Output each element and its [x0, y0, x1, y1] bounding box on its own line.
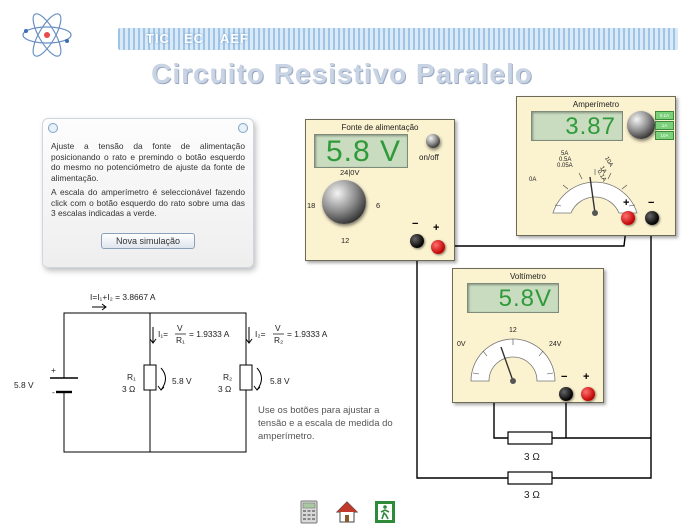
i2-prefix: I₂= — [255, 329, 266, 339]
exit-icon[interactable] — [374, 500, 396, 524]
r2-value: 3 Ω — [218, 384, 232, 394]
total-current-label: I=I₁+I₂ = 3.8667 A — [90, 292, 156, 302]
circuit-schematic — [50, 303, 284, 453]
r2-name: R₂ — [223, 372, 233, 382]
v2-label: 5.8 V — [270, 376, 290, 386]
source-plus-sign: + — [51, 365, 56, 375]
r1-name: R₁ — [127, 372, 136, 382]
r1-value: 3 Ω — [122, 384, 136, 394]
i2-denominator: R₂ — [274, 335, 284, 345]
usage-note: Use os botões para ajustar a tensão e a … — [258, 405, 393, 442]
source-minus-sign: - — [52, 387, 55, 397]
source-voltage-label: 5.8 V — [14, 380, 34, 390]
i1-value: = 1.9333 A — [189, 329, 230, 339]
i1-prefix: I₁= — [158, 329, 169, 339]
i1-numerator: V — [177, 323, 183, 333]
i1-denominator: R₁ — [176, 335, 185, 345]
i2-numerator: V — [275, 323, 281, 333]
calculator-icon[interactable] — [298, 500, 320, 524]
v1-label: 5.8 V — [172, 376, 192, 386]
i2-value: = 1.9333 A — [287, 329, 328, 339]
home-icon[interactable] — [336, 500, 358, 524]
